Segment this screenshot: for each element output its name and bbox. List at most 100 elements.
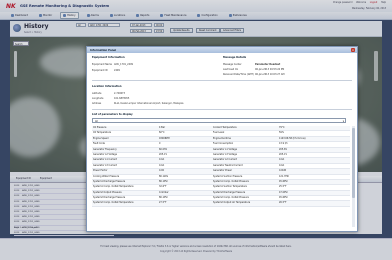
param-value: 1800RPM <box>159 136 170 140</box>
param-value: 47.0PSI <box>279 190 288 194</box>
equipment-name-label: Equipment Name <box>92 63 112 66</box>
param-name: Cooling Water Pressure <box>93 174 120 178</box>
param-value: 0 <box>159 142 161 146</box>
message-center-value: Parameter Readout <box>255 63 281 66</box>
param-name: System2 Comp. Outlet Pressure <box>213 196 249 200</box>
param-name: Generator L3 Current <box>93 163 117 167</box>
param-name: Engine Speed <box>93 136 109 140</box>
param-value: 205.1V <box>159 152 167 156</box>
param-name: Oil Pressure <box>93 126 107 129</box>
parameters-heading: List of parameters to display <box>92 113 133 116</box>
latitude-row: Latitude 2.740673 <box>92 92 125 95</box>
param-name: System2 Discharge Pressure <box>93 196 126 200</box>
param-name: Generator Power <box>213 169 232 173</box>
param-name: System1 Suction Temperature <box>213 185 247 189</box>
param-name: Power Factor <box>93 169 108 173</box>
equipment-name-value: ADU_1701_2409 <box>114 63 134 66</box>
param-value: 79°C <box>279 126 285 129</box>
param-value: 32.6°F <box>159 185 167 189</box>
param-name: Fault Code <box>93 142 105 146</box>
message-center-label: Message Center <box>223 63 242 66</box>
location-info-heading: Location Information <box>92 85 122 88</box>
message-center-row: Message Center Parameter Readout <box>223 63 280 66</box>
longitude-value: 101.6878455 <box>114 97 130 100</box>
divider <box>92 109 352 110</box>
param-value: 1143:06:58 (hh:mm:ss) <box>279 136 306 140</box>
param-value: 60.0Hz <box>159 147 167 151</box>
param-name: System2 Discharge Pressure <box>213 190 246 194</box>
param-value: 26.5°F <box>279 201 287 205</box>
param-value: 0.0kW <box>279 169 287 173</box>
param-name: Generator L2 Voltage <box>93 152 117 156</box>
param-name: Generator L1 Current <box>93 158 117 162</box>
param-value: 45.6PSI <box>279 179 288 183</box>
table-row: System2 Comp. Outlet Temperature 27.5°F Sy… <box>92 201 350 207</box>
equipment-id-row: Equipment ID 2409 <box>92 69 120 72</box>
param-value: 82°C <box>159 131 165 135</box>
address-row: Address KLIA, Kuala Lumpur International… <box>92 102 183 105</box>
param-name: System2 Output Air Temperature <box>213 201 251 205</box>
param-value: 0.0A <box>159 163 165 167</box>
longitude-row: Longitude 101.6878455 <box>92 97 129 100</box>
app-page: NK GSE Remote Monitoring & Diagnostic Sy… <box>0 0 392 260</box>
param-value: 205.6V <box>279 147 287 151</box>
last-used-row: Last Used On 06-Jan-2013 04:53:24 PM <box>223 68 284 71</box>
received-value: 06-Jan-2013 10:03:27 AM <box>255 73 285 76</box>
param-name: Fuel Level <box>213 131 225 135</box>
param-value: 13.9 l/h <box>279 142 288 146</box>
equipment-id-value: 2409 <box>114 69 120 72</box>
chevron-down-icon: ▾ <box>342 120 344 123</box>
param-value: 25.5°F <box>279 185 287 189</box>
information-panel: Information Panel × Equipment Informatio… <box>86 46 358 232</box>
last-used-label: Last Used On <box>223 68 239 71</box>
scrollbar-thumb[interactable] <box>352 128 355 198</box>
latitude-label: Latitude <box>92 92 102 95</box>
equipment-info-heading: Equipment Information <box>92 56 125 59</box>
equipment-id-label: Equipment ID <box>92 69 108 72</box>
param-name: Generator Neutral Current <box>213 163 243 167</box>
parameters-scrollbar[interactable] <box>352 126 355 227</box>
param-name: System1 Comp. Outlet Pressure <box>213 179 249 183</box>
param-name: Generator L2 Current <box>213 158 237 162</box>
message-details-heading: Message Details <box>223 56 247 59</box>
parameters-table: Oil Pressure 4 Bar Coolant Temperature 79°C… <box>92 126 350 227</box>
received-row: Received Date/Time (GMT) 06-Jan-2013 10:… <box>223 73 284 76</box>
param-value: 80.1kPa <box>159 174 168 178</box>
param-name: Generator L1 Voltage <box>213 147 237 151</box>
param-value: 59% <box>279 131 285 135</box>
param-name: Fuel Consumption <box>213 142 234 146</box>
address-label: Address <box>92 102 102 105</box>
modal-title: Information Panel <box>90 48 117 52</box>
received-label: Received Date/Time (GMT) <box>223 73 254 76</box>
param-name: System1 Suction Pressure <box>213 174 243 178</box>
last-used-value: 06-Jan-2013 04:53:24 PM <box>255 68 285 71</box>
param-name: System1 Discharge Pressure <box>93 179 126 183</box>
param-value: 0.00 <box>159 169 165 173</box>
param-name: System2 Output Pressure <box>93 190 122 194</box>
param-value: 0.0A <box>159 158 165 162</box>
param-value: 80.1PSI <box>159 196 168 200</box>
address-value: KLIA, Kuala Lumpur International Airport… <box>114 102 184 105</box>
param-name: Oil Temperature <box>93 131 111 135</box>
param-name: Generator L3 Voltage <box>213 152 237 156</box>
param-value: 0.0A <box>279 163 285 167</box>
param-value: 45.6PSI <box>279 196 288 200</box>
param-value: 121.7PSI <box>279 174 289 178</box>
param-name: Generator Frequency <box>93 147 117 151</box>
modal-header: Information Panel × <box>87 47 357 53</box>
longitude-label: Longitude <box>92 97 104 100</box>
param-name: System2 Comp. Outlet Temperature <box>93 201 134 205</box>
equipment-name-row: Equipment Name ADU_1701_2409 <box>92 63 133 66</box>
param-value: 27.5°F <box>159 201 167 205</box>
latitude-value: 2.740673 <box>114 92 125 95</box>
parameter-filter-select[interactable]: All ▾ <box>92 118 346 123</box>
param-name: Coolant Temperature <box>213 126 237 129</box>
parameter-filter-value: All <box>95 120 98 123</box>
divider <box>92 80 352 81</box>
close-icon[interactable]: × <box>351 48 355 52</box>
param-value: 0.4mbar <box>159 190 169 194</box>
param-value: 205.1V <box>279 152 287 156</box>
param-value: 4 Bar <box>159 126 165 129</box>
param-name: Engine Runtime <box>213 136 231 140</box>
param-value: 80.1PSI <box>159 179 168 183</box>
